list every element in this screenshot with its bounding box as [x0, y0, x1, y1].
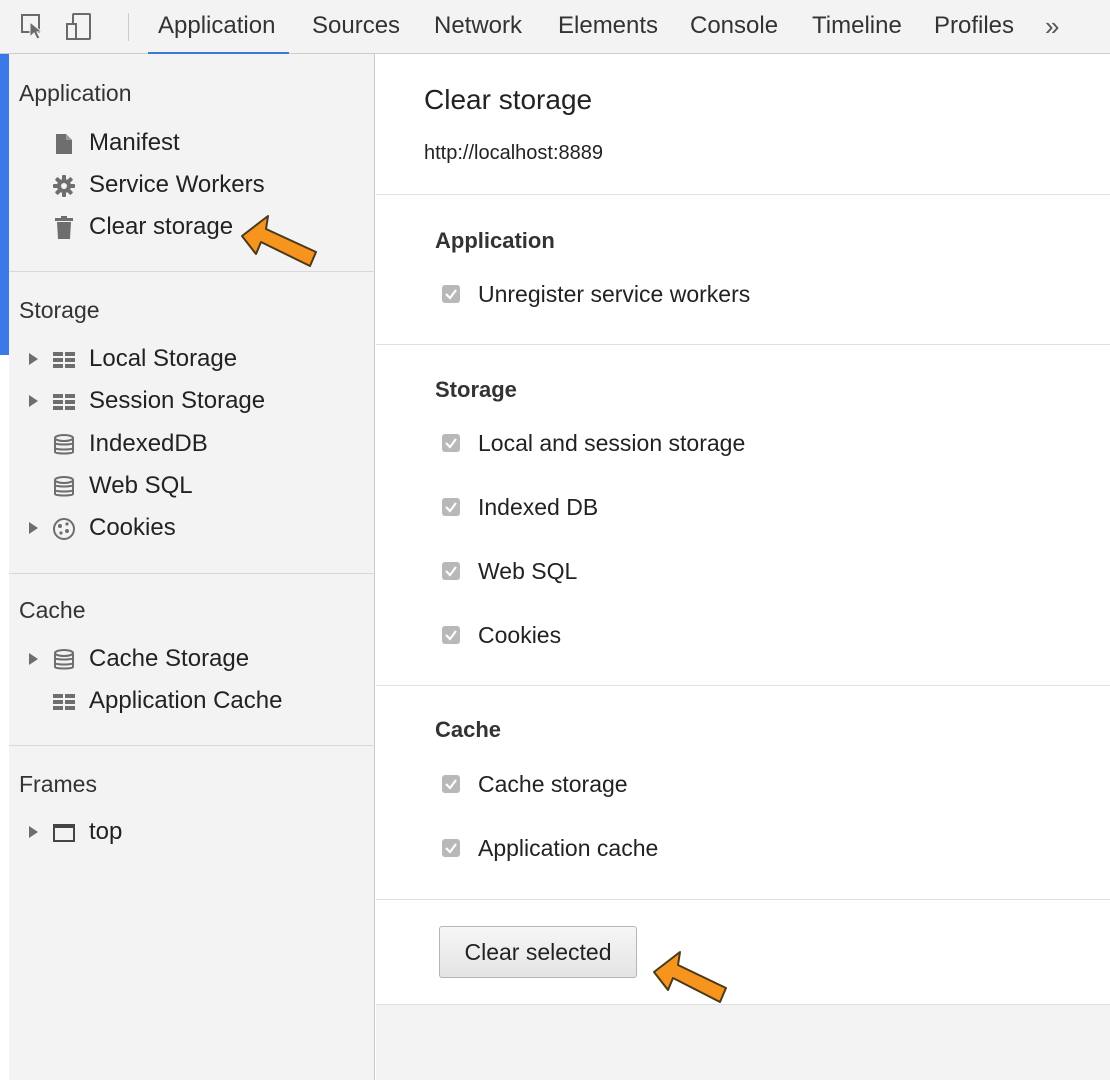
sidebar-item-label: Session Storage	[89, 387, 266, 414]
clear-storage-panel: Clear storage http://localhost:8889 Appl…	[376, 54, 1110, 1080]
sidebar-item-label: IndexedDB	[89, 430, 208, 457]
gear-icon	[52, 174, 76, 198]
tab-elements[interactable]: Elements	[558, 0, 658, 54]
checkbox-label: Local and session storage	[478, 430, 746, 456]
database-icon	[52, 433, 76, 457]
checkbox-checked-icon[interactable]	[442, 434, 460, 452]
section-divider	[376, 685, 1110, 686]
checkbox-label: Cookies	[478, 622, 562, 648]
device-toolbar-icon[interactable]	[64, 10, 94, 42]
section-divider	[376, 194, 1110, 195]
sidebar-header-storage: Storage	[19, 297, 100, 323]
tab-network[interactable]: Network	[434, 0, 522, 54]
database-icon	[52, 475, 76, 499]
checkbox-checked-icon[interactable]	[442, 498, 460, 516]
checkbox-checked-icon[interactable]	[442, 626, 460, 644]
trash-icon	[52, 216, 76, 240]
grid-icon	[52, 348, 76, 372]
frame-icon	[52, 821, 76, 845]
expand-triangle-icon[interactable]	[29, 522, 38, 534]
sidebar-item-label: Service Workers	[89, 171, 265, 198]
checkbox-checked-icon[interactable]	[442, 775, 460, 793]
section-title-storage: Storage	[435, 377, 517, 402]
sidebar-item-label: Web SQL	[89, 472, 193, 499]
section-divider	[376, 899, 1110, 900]
sidebar-item-label: Clear storage	[89, 213, 234, 240]
expand-triangle-icon[interactable]	[29, 395, 38, 407]
checkbox-label: Unregister service workers	[478, 281, 751, 307]
checkbox-label: Web SQL	[478, 558, 578, 584]
expand-triangle-icon[interactable]	[29, 826, 38, 838]
inspect-element-icon[interactable]	[20, 10, 50, 42]
tab-profiles[interactable]: Profiles	[934, 0, 1014, 54]
sidebar-divider	[9, 271, 375, 272]
sidebar-item-label: top	[89, 818, 123, 845]
sidebar-item-label: Local Storage	[89, 345, 238, 372]
tab-timeline[interactable]: Timeline	[812, 0, 902, 54]
file-icon	[52, 132, 76, 156]
section-divider	[376, 344, 1110, 345]
section-title-cache: Cache	[435, 717, 502, 742]
sidebar: Application Manifest Service Workers Cle…	[9, 54, 375, 1080]
tab-application[interactable]: Application	[147, 0, 290, 55]
clear-selected-button[interactable]: Clear selected	[439, 926, 637, 978]
checkbox-checked-icon[interactable]	[442, 839, 460, 857]
page-title: Clear storage	[424, 84, 593, 115]
grid-icon	[52, 390, 76, 414]
devtools-toolbar: Application Sources Network Elements Con…	[0, 0, 1110, 55]
database-icon	[52, 648, 76, 672]
origin-url: http://localhost:8889	[424, 142, 604, 164]
expand-triangle-icon[interactable]	[29, 653, 38, 665]
sidebar-header-application: Application	[19, 80, 132, 106]
annotation-arrow-icon	[241, 215, 317, 267]
sidebar-item-label: Cookies	[89, 514, 176, 541]
annotation-arrow-icon	[653, 951, 727, 1003]
tab-console[interactable]: Console	[690, 0, 778, 54]
section-title-application: Application	[435, 228, 555, 253]
checkbox-label: Indexed DB	[478, 494, 599, 520]
expand-triangle-icon[interactable]	[29, 353, 38, 365]
sidebar-divider	[9, 573, 375, 574]
checkbox-label: Application cache	[478, 835, 659, 861]
toolbar-separator	[128, 13, 129, 41]
cookie-icon	[52, 517, 76, 541]
checkbox-checked-icon[interactable]	[442, 285, 460, 303]
page-edge-highlight	[0, 54, 9, 355]
grid-icon	[52, 690, 76, 714]
sidebar-header-cache: Cache	[19, 597, 86, 623]
sidebar-divider	[9, 745, 375, 746]
sidebar-header-frames: Frames	[19, 771, 97, 797]
checkbox-checked-icon[interactable]	[442, 562, 460, 580]
sidebar-item-label: Manifest	[89, 129, 180, 156]
checkbox-label: Cache storage	[478, 771, 628, 797]
more-tabs-chevron-icon[interactable]: »	[1045, 0, 1059, 54]
panel-footer	[376, 1005, 1110, 1080]
tab-sources[interactable]: Sources	[312, 0, 400, 54]
sidebar-item-label: Application Cache	[89, 687, 283, 714]
sidebar-item-label: Cache Storage	[89, 645, 250, 672]
